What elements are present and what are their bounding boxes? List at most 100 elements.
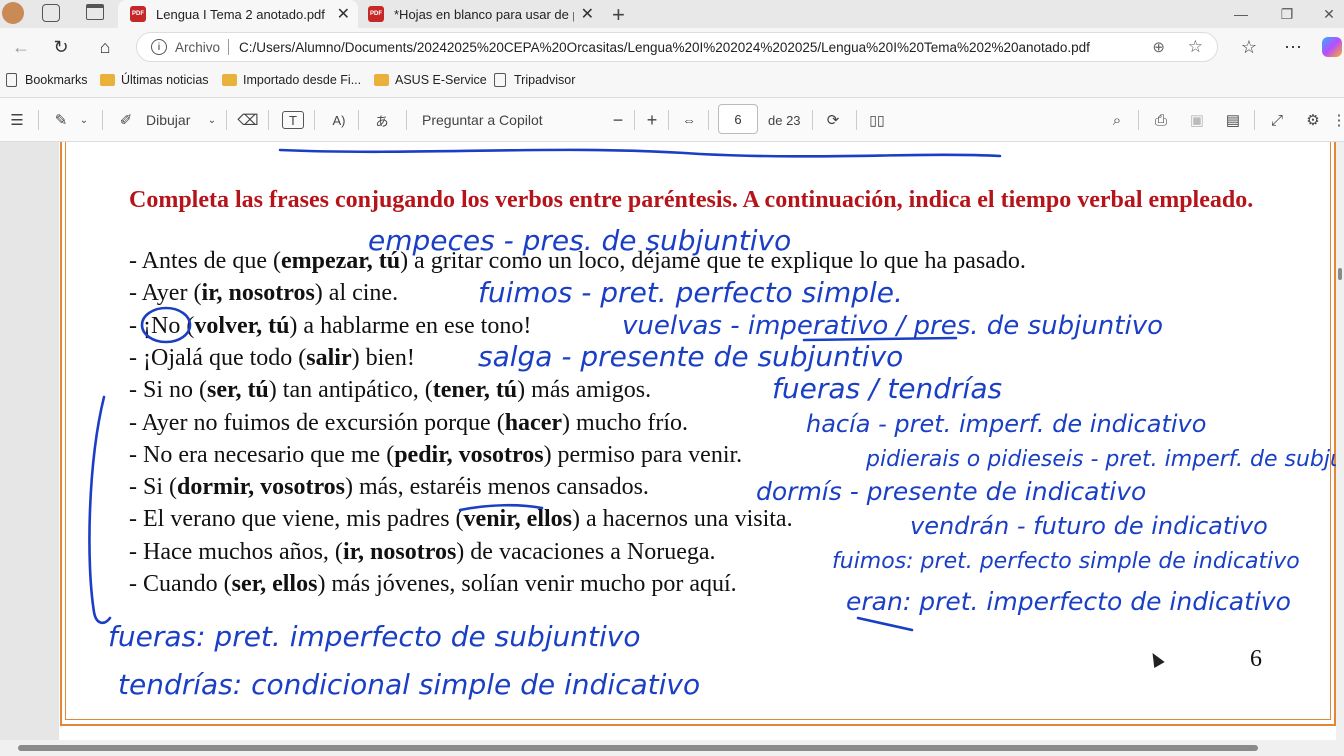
vertical-scrollbar[interactable] (1336, 142, 1344, 740)
home-icon[interactable]: ⌂ (92, 34, 118, 60)
back-icon[interactable]: ← (8, 34, 34, 60)
close-tab-icon[interactable]: ✕ (581, 4, 594, 24)
divider (228, 39, 230, 55)
bookmark-label: Últimas noticias (121, 73, 209, 87)
bookmark-ultimas-noticias[interactable]: Últimas noticias (100, 73, 209, 87)
ink-note: salga - presente de subjuntivo (478, 340, 903, 373)
fit-width-icon[interactable]: ⇔ (678, 108, 700, 132)
bookmark-importado[interactable]: Importado desde Fi... (222, 73, 361, 87)
divider (708, 110, 709, 130)
ink-underline-estareis (458, 503, 544, 512)
zoom-out-icon[interactable]: − (608, 108, 628, 132)
draw-icon[interactable]: ✐ (116, 108, 136, 132)
scrollbar-thumb[interactable] (1338, 268, 1342, 280)
pdf-viewer[interactable]: Completa las frases conjugando los verbo… (0, 142, 1344, 740)
bookmark-label: Importado desde Fi... (243, 73, 362, 87)
divider (102, 110, 103, 130)
chevron-down-icon[interactable]: ⌄ (204, 108, 220, 132)
divider (406, 110, 407, 130)
ink-note: dormís - presente de indicativo (756, 477, 1146, 506)
favorites-icon[interactable]: ☆ (1236, 34, 1262, 60)
ink-note: fuimos - pret. perfecto simple. (478, 276, 903, 309)
divider (314, 110, 315, 130)
tab-title: *Hojas en blanco para usar de piz (394, 6, 574, 22)
divider (812, 110, 813, 130)
divider (1254, 110, 1255, 130)
folder-icon (100, 74, 115, 86)
pdf-toolbar: ☰ ✎ ⌄ ✐ Dibujar ⌄ ⌫ T A) あ Preguntar a C… (0, 98, 1344, 142)
close-window-icon[interactable]: ✕ (1306, 0, 1344, 28)
divider (268, 110, 269, 130)
ink-circle-no (140, 306, 192, 344)
info-icon[interactable]: i (151, 39, 167, 55)
pdf-icon: PDF (368, 6, 384, 22)
page-view-icon[interactable]: ▯▯ (866, 108, 888, 132)
ink-bracket (88, 395, 112, 625)
refresh-icon[interactable]: ↻ (48, 34, 74, 60)
bookmark-bookmarks[interactable]: Bookmarks (6, 73, 88, 87)
ink-note: eran: pret. imperfecto de indicativo (846, 587, 1291, 616)
print-icon[interactable]: ⎙ (1150, 108, 1172, 132)
tab-hojas[interactable]: PDF *Hojas en blanco para usar de piz ✕ (362, 0, 602, 28)
folder-icon (222, 74, 237, 86)
minimize-icon[interactable]: — (1218, 0, 1264, 28)
workspaces-icon[interactable] (42, 4, 60, 22)
tab-strip: PDF Lengua I Tema 2 anotado.pdf ✕ PDF *H… (0, 0, 1344, 28)
ask-copilot-button[interactable]: Preguntar a Copilot (422, 108, 543, 132)
close-tab-icon[interactable]: ✕ (337, 4, 350, 24)
ink-note: fuimos: pret. perfecto simple de indicat… (832, 549, 1300, 574)
tab-lengua[interactable]: PDF Lengua I Tema 2 anotado.pdf ✕ (118, 0, 358, 28)
bookmark-icon (6, 73, 17, 87)
rotate-icon[interactable]: ⟳ (822, 108, 844, 132)
divider (668, 110, 669, 130)
eraser-icon[interactable]: ⌫ (237, 108, 258, 132)
ink-note: pidierais o pidieseis - pret. imperf. de… (865, 447, 1344, 472)
more-menu-icon[interactable]: ⋯ (1280, 34, 1306, 60)
ink-notes: empeces - pres. de subjuntivo fuimos - p… (108, 224, 1344, 701)
contents-icon[interactable]: ☰ (6, 108, 28, 132)
translate-icon[interactable]: あ (370, 108, 394, 132)
bookmarks-bar: Bookmarks Últimas noticias Importado des… (0, 66, 1344, 98)
draw-button[interactable]: Dibujar (146, 108, 190, 132)
pin-icon[interactable]: ⋮ (1332, 108, 1344, 132)
ink-note: vendrán - futuro de indicativo (910, 512, 1268, 540)
url-text[interactable]: C:/Users/Alumno/Documents/20242025%20CEP… (239, 40, 1090, 55)
ink-note: vuelvas - imperativo / pres. de subjunti… (622, 311, 1163, 341)
favorite-star-icon[interactable]: ☆ (1188, 37, 1203, 57)
ink-note: fueras / tendrías (772, 372, 1002, 405)
settings-gear-icon[interactable]: ⚙ (1302, 108, 1324, 132)
copilot-icon[interactable] (1322, 37, 1342, 57)
scrollbar-thumb[interactable] (18, 745, 1258, 751)
page-number-input[interactable]: 6 (718, 104, 758, 134)
pdf-icon: PDF (130, 6, 146, 22)
zoom-icon[interactable]: ⊕ (1152, 38, 1165, 56)
fullscreen-icon[interactable]: ⤢ (1266, 108, 1288, 132)
restore-icon[interactable]: ❐ (1264, 0, 1310, 28)
bookmark-label: Tripadvisor (514, 73, 576, 87)
page-icon (494, 73, 506, 87)
save-icon[interactable]: ▣ (1186, 108, 1208, 132)
zoom-in-icon[interactable]: + (642, 108, 662, 132)
highlight-icon[interactable]: ✎ (50, 108, 72, 132)
tab-title: Lengua I Tema 2 anotado.pdf (156, 6, 325, 22)
profile-avatar[interactable] (2, 2, 24, 24)
horizontal-scrollbar[interactable] (0, 740, 1344, 756)
text-box-icon[interactable]: T (282, 111, 304, 129)
new-tab-icon[interactable]: + (612, 2, 625, 28)
divider (38, 110, 39, 130)
scheme-label: Archivo (175, 39, 221, 55)
bookmark-asus[interactable]: ASUS E-Service (374, 73, 487, 87)
ink-scribble-top (278, 148, 1002, 158)
bookmark-tripadvisor[interactable]: Tripadvisor (494, 73, 575, 87)
chevron-down-icon[interactable]: ⌄ (76, 108, 92, 132)
tab-actions-icon[interactable] (86, 4, 104, 20)
ink-underline-eran (856, 616, 914, 632)
divider (1138, 110, 1139, 130)
save-as-icon[interactable]: ▤ (1222, 108, 1244, 132)
folder-icon (374, 74, 389, 86)
read-aloud-icon[interactable]: A) (328, 108, 350, 132)
divider (358, 110, 359, 130)
divider (856, 110, 857, 130)
search-icon[interactable]: ⌕ (1106, 108, 1128, 132)
address-bar[interactable]: i Archivo C:/Users/Alumno/Documents/2024… (136, 32, 1218, 62)
